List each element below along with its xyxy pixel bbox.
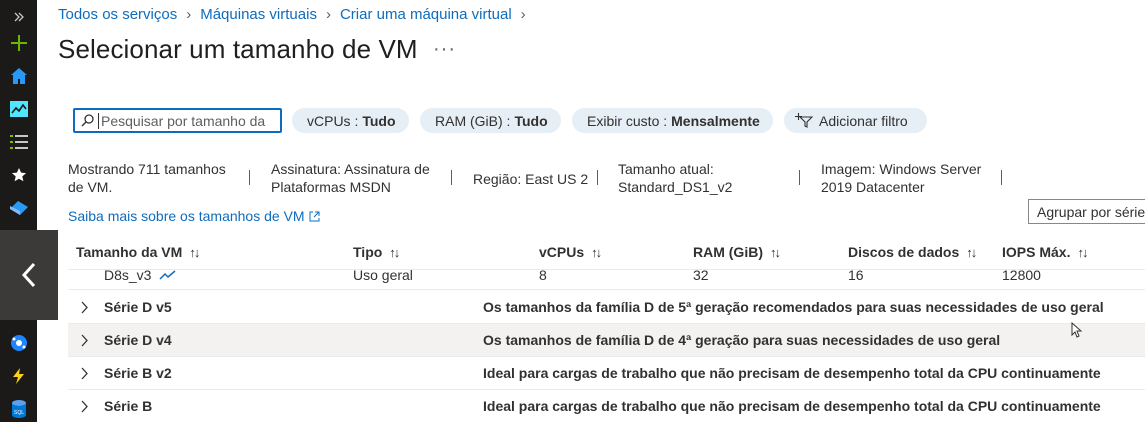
search-box[interactable]	[73, 108, 282, 133]
cell-data-disks: 16	[848, 270, 864, 283]
series-name: Série B	[104, 398, 153, 414]
table-row[interactable]: D8s_v3 Uso geral 8 32 16 12800	[68, 270, 1145, 290]
vcpus-filter-value: Tudo	[362, 112, 396, 129]
series-name: Série D v4	[104, 332, 172, 348]
cell-vcpus: 8	[539, 270, 547, 283]
breadcrumb-separator-icon: ›	[325, 6, 331, 23]
virtual-machines-icon[interactable]	[0, 191, 37, 224]
chevron-left-icon	[21, 262, 36, 288]
breadcrumb-create-vm[interactable]: Criar uma máquina virtual	[340, 6, 512, 23]
sort-icon: ↑↓	[966, 244, 977, 260]
search-icon	[81, 114, 94, 127]
sort-icon: ↑↓	[389, 244, 400, 260]
column-header-vcpus[interactable]: vCPUs ↑↓	[539, 244, 602, 260]
breadcrumb-separator-icon: ›	[520, 6, 526, 23]
left-nav-rail: SQL	[0, 0, 37, 422]
series-group-row[interactable]: Série B v2 Ideal para cargas de trabalho…	[68, 357, 1145, 390]
add-filter-button[interactable]: Adicionar filtro	[784, 108, 927, 133]
chevron-right-icon[interactable]	[80, 400, 89, 413]
series-name: Série B v2	[104, 365, 172, 381]
cell-type: Uso geral	[353, 270, 413, 283]
cost-filter-pill[interactable]: Exibir custo : Mensalmente	[572, 108, 773, 133]
column-header-max-iops[interactable]: IOPS Máx. ↑↓	[1002, 244, 1088, 260]
learn-more-link[interactable]: Saiba mais sobre os tamanhos de VM	[68, 208, 320, 224]
current-size-text: Tamanho atual: Standard_DS1_v2	[618, 161, 733, 195]
chevron-right-icon[interactable]	[80, 334, 89, 347]
breadcrumb: Todos os serviços › Máquinas virtuais › …	[58, 6, 535, 23]
home-icon[interactable]	[0, 59, 37, 92]
cost-filter-label: Exibir custo :	[587, 112, 668, 129]
collapse-panel-button[interactable]	[0, 230, 58, 320]
mouse-cursor-icon	[1071, 322, 1082, 338]
column-header-size[interactable]: Tamanho da VM ↑↓	[76, 244, 200, 260]
search-input[interactable]	[98, 112, 274, 129]
divider	[799, 170, 800, 185]
series-group-row[interactable]: Série D v4 Os tamanhos de família D de 4…	[68, 324, 1145, 357]
series-description: Ideal para cargas de trabalho que não pr…	[483, 365, 1101, 381]
add-filter-icon	[795, 112, 813, 128]
sort-icon: ↑↓	[770, 244, 781, 260]
cosmos-db-icon[interactable]	[0, 326, 37, 359]
divider	[451, 170, 452, 185]
breadcrumb-separator-icon: ›	[186, 6, 192, 23]
sql-database-icon[interactable]: SQL	[0, 392, 37, 422]
svg-text:SQL: SQL	[13, 410, 23, 416]
trending-icon	[159, 270, 176, 280]
function-app-icon[interactable]	[0, 359, 37, 392]
subscription-text: Assinatura: Assinatura de Plataformas MSD…	[271, 161, 430, 195]
dashboard-icon[interactable]	[0, 92, 37, 125]
learn-more-label: Saiba mais sobre os tamanhos de VM	[68, 208, 305, 224]
breadcrumb-virtual-machines[interactable]: Máquinas virtuais	[200, 6, 317, 23]
page-title: Selecionar um tamanho de VM	[58, 34, 418, 64]
showing-count-text: Mostrando 711 tamanhos de VM.	[68, 161, 226, 195]
divider	[1001, 170, 1002, 185]
cell-max-iops: 12800	[1002, 270, 1041, 283]
create-resource-icon[interactable]	[0, 26, 37, 59]
divider	[249, 170, 250, 185]
series-group-row[interactable]: Série B Ideal para cargas de trabalho qu…	[68, 390, 1145, 422]
column-header-ram[interactable]: RAM (GiB) ↑↓	[693, 244, 781, 260]
ram-filter-value: Tudo	[514, 112, 548, 129]
column-header-type[interactable]: Tipo ↑↓	[353, 244, 400, 260]
favorites-star-icon[interactable]	[0, 158, 37, 191]
series-description: Os tamanhos de família D de 4ª geração p…	[483, 332, 1001, 348]
cell-size: D8s_v3	[104, 270, 177, 283]
cost-filter-value: Mensalmente	[671, 112, 760, 129]
column-header-data-disks[interactable]: Discos de dados ↑↓	[848, 244, 977, 260]
group-by-dropdown[interactable]: Agrupar por série	[1028, 199, 1145, 224]
external-link-icon	[309, 211, 320, 221]
series-description: Os tamanhos da família D de 5ª geração r…	[483, 299, 1104, 315]
vcpus-filter-pill[interactable]: vCPUs : Tudo	[292, 108, 409, 133]
ram-filter-pill[interactable]: RAM (GiB) : Tudo	[420, 108, 561, 133]
grid-header: Tamanho da VM ↑↓ Tipo ↑↓ vCPUs ↑↓ RAM (GiB)…	[68, 236, 1145, 270]
add-filter-label: Adicionar filtro	[819, 112, 908, 129]
sort-icon: ↑↓	[1077, 244, 1088, 260]
sort-icon: ↑↓	[189, 244, 200, 260]
cell-ram: 32	[693, 270, 709, 283]
all-services-icon[interactable]	[0, 125, 37, 158]
series-description: Ideal para cargas de trabalho que não pr…	[483, 398, 1101, 414]
divider	[597, 170, 598, 185]
chevron-right-icon[interactable]	[80, 367, 89, 380]
chevron-right-icon[interactable]	[80, 301, 89, 314]
ram-filter-label: RAM (GiB) :	[435, 112, 511, 129]
sort-icon: ↑↓	[591, 244, 602, 260]
series-name: Série D v5	[104, 299, 172, 315]
region-text: Região: East US 2	[473, 171, 589, 187]
more-options-button[interactable]: ···	[433, 38, 456, 61]
image-text: Imagem: Windows Server 2019 Datacenter	[821, 161, 982, 195]
vcpus-filter-label: vCPUs :	[307, 112, 359, 129]
series-group-row[interactable]: Série D v5 Os tamanhos da família D de 5…	[68, 291, 1145, 324]
breadcrumb-all-services[interactable]: Todos os serviços	[58, 6, 177, 23]
